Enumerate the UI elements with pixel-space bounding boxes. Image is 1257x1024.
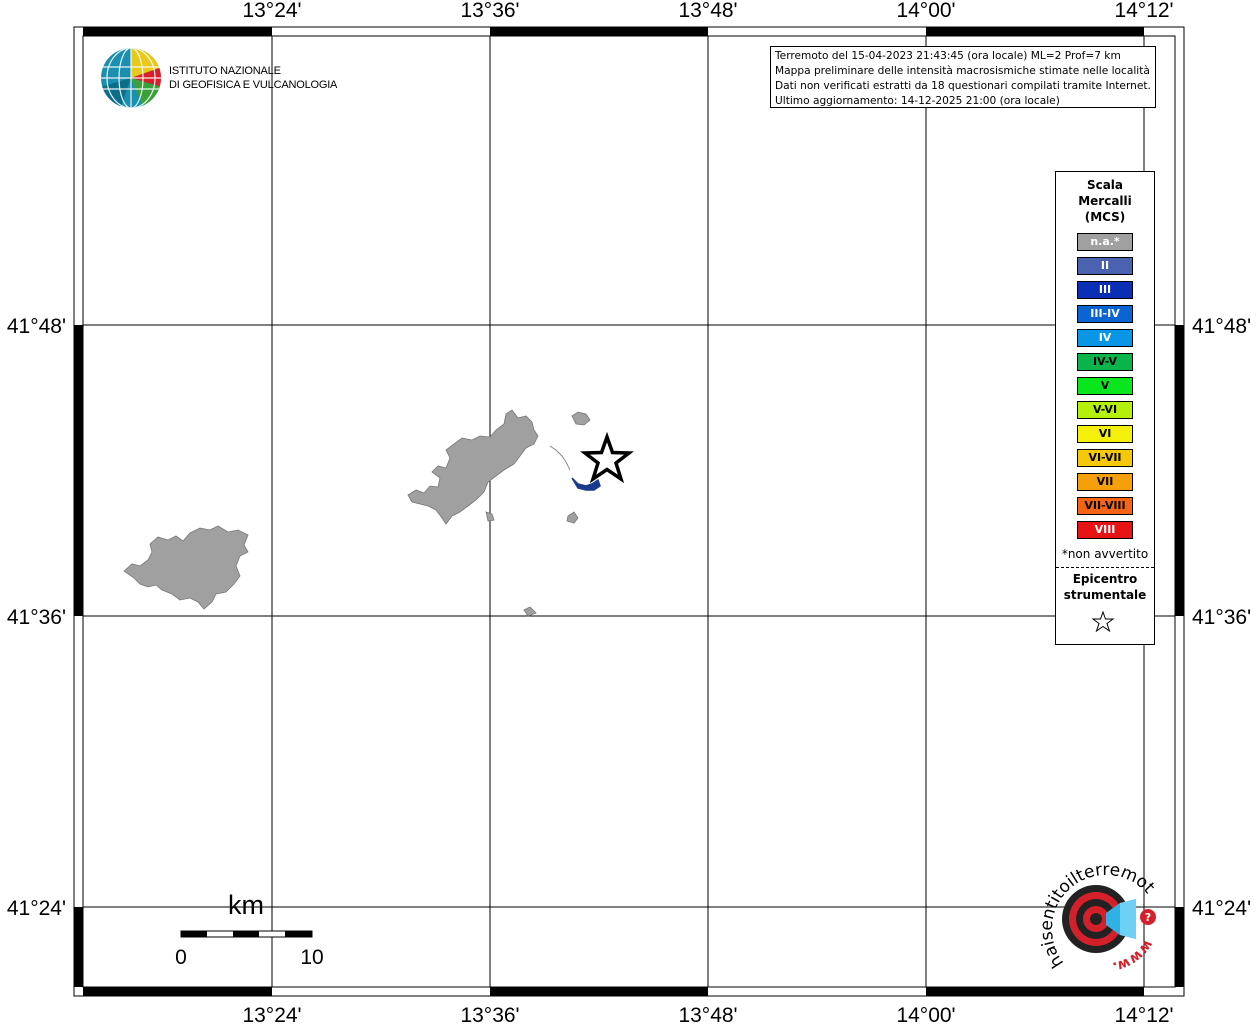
legend-title-line: Mercalli [1078,194,1132,208]
lat-label-left: 41°36' [7,606,66,629]
svg-text:?: ? [1145,911,1151,924]
ingv-logo-text: ISTITUTO NAZIONALE DI GEOFISICA E VULCAN… [169,64,337,92]
ingv-logo-line1: ISTITUTO NAZIONALE [169,65,281,77]
legend-swatch: IV-V [1077,353,1133,371]
legend-title-line: (MCS) [1084,210,1126,224]
legend-title: Scala Mercalli (MCS) [1056,177,1154,225]
lat-label-left: 41°24' [7,897,66,920]
scale-bar-max: 10 [300,946,323,969]
legend-swatch: VII-VIII [1077,497,1133,515]
legend-epicenter-line: Epicentro [1072,572,1138,586]
legend-swatch: VII [1077,473,1133,491]
lon-label-bottom: 14°00' [896,1004,955,1024]
earthquake-info-box: Terremoto del 15-04-2023 21:43:45 (ora l… [770,46,1156,108]
frame-border-top [83,27,1144,36]
legend-star-icon [1091,610,1115,633]
scale-bar-unit: km [228,890,264,920]
lon-label-top: 14°00' [896,0,955,22]
mcs-legend: Scala Mercalli (MCS) n.a.* II III III-IV IV I… [1055,171,1155,645]
frame-border-bottom [83,987,1144,996]
legend-not-felt-note: *non avvertito [1061,547,1149,561]
legend-swatch: V-VI [1077,401,1133,419]
ingv-logo: ISTITUTO NAZIONALE DI GEOFISICA E VULCAN… [100,46,340,110]
legend-swatch: IV [1077,329,1133,347]
map-frame [73,26,1185,997]
lon-label-bottom: 14°12' [1114,1004,1173,1024]
info-last-update-line: Ultimo aggiornamento: 14-12-2025 21:00 (… [775,95,1060,107]
legend-swatch: VI-VII [1077,449,1133,467]
info-map-desc-line: Mappa preliminare delle intensità macros… [775,65,1150,77]
legend-swatch: II [1077,257,1133,275]
legend-epicenter-title: Epicentro strumentale [1056,571,1154,603]
lat-label-right: 41°36' [1192,606,1251,629]
legend-epicenter-line: strumentale [1063,588,1147,602]
lon-label-top: 13°48' [678,0,737,22]
legend-separator [1056,567,1154,568]
info-data-source-line: Dati non verificati estratti da 18 quest… [775,80,1151,92]
legend-swatch: VI [1077,425,1133,443]
legend-swatch: III [1077,281,1133,299]
scale-bar-min: 0 [175,946,187,969]
lon-label-top: 13°24' [242,0,301,22]
lon-label-bottom: 13°48' [678,1004,737,1024]
lon-label-top: 13°36' [460,0,519,22]
legend-swatch: V [1077,377,1133,395]
info-event-line: Terremoto del 15-04-2023 21:43:45 (ora l… [775,50,1121,62]
legend-swatch: n.a.* [1077,233,1133,251]
hsit-logo: ? haisentitoilterremoto.it www. [1036,855,1159,975]
ingv-logo-line2: DI GEOFISICA E VULCANOLOGIA [169,79,338,91]
lon-label-top: 14°12' [1114,0,1173,22]
legend-title-line: Scala [1086,178,1124,192]
lon-label-bottom: 13°36' [460,1004,519,1024]
lat-label-right: 41°24' [1192,897,1251,920]
lat-label-right: 41°48' [1192,315,1251,338]
ingv-globe-icon [101,48,161,108]
legend-swatches: n.a.* II III III-IV IV IV-V V V-VI VI VI-VII VII VI… [1056,233,1154,539]
lat-label-left: 41°48' [7,315,66,338]
legend-swatch: VIII [1077,521,1133,539]
legend-swatch: III-IV [1077,305,1133,323]
lon-label-bottom: 13°24' [242,1004,301,1024]
